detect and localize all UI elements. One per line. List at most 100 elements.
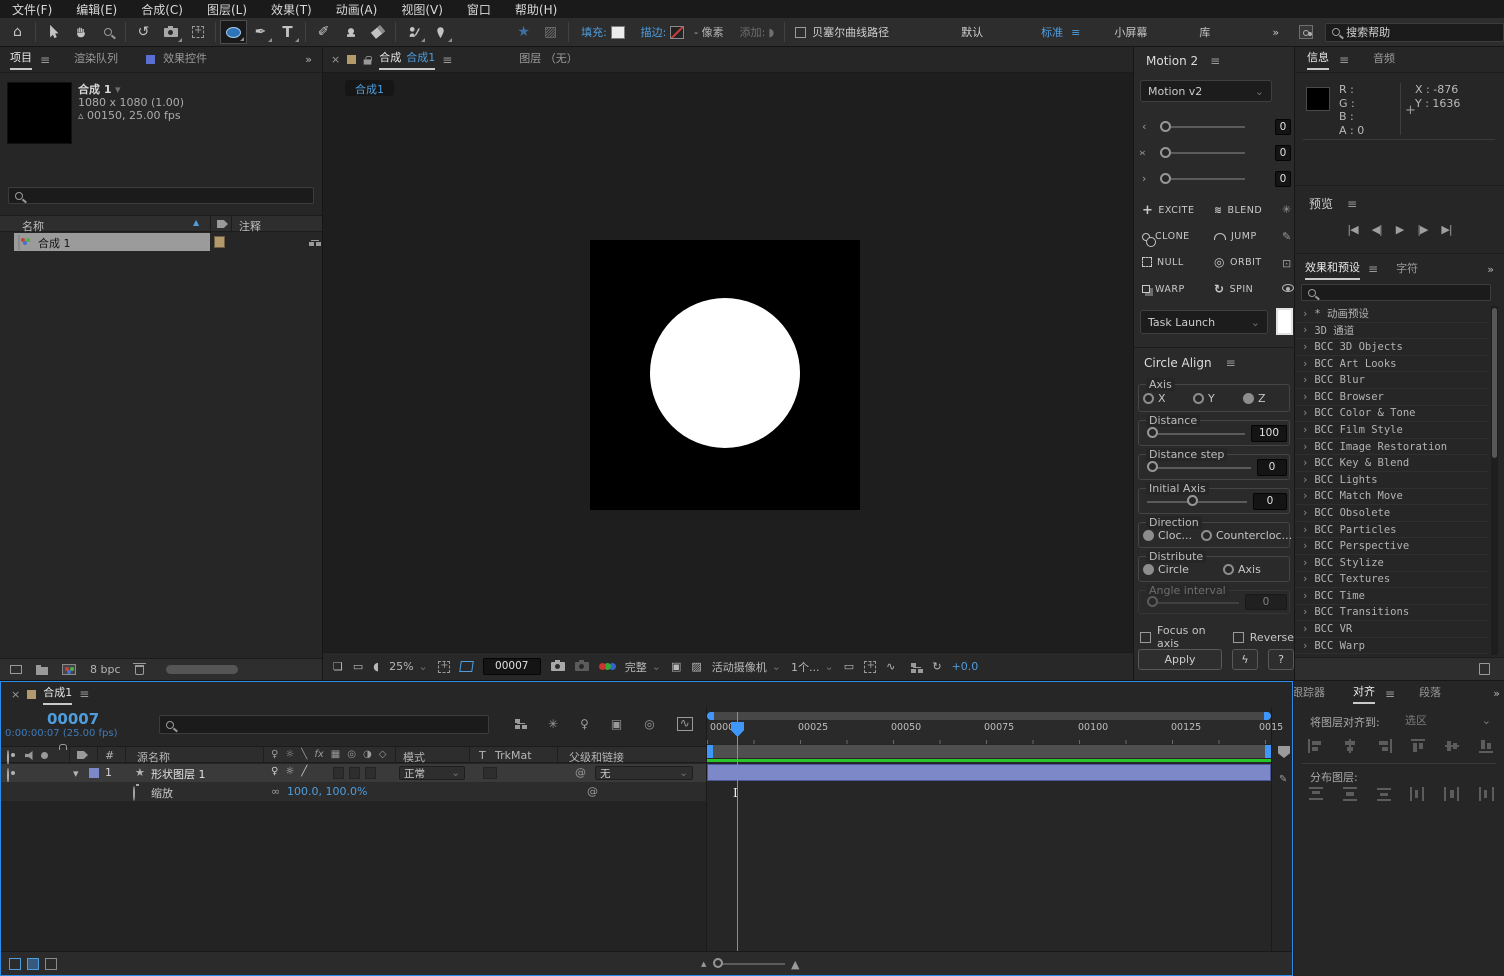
- excite-button[interactable]: + EXCITE: [1142, 203, 1214, 218]
- snapshot-icon[interactable]: [550, 660, 565, 671]
- eye-column-icon[interactable]: [7, 750, 9, 765]
- white-circle-shape[interactable]: [650, 298, 800, 448]
- previous-frame-button[interactable]: ◀|: [1372, 223, 1383, 236]
- composition-mini-flowchart-icon[interactable]: [515, 719, 525, 729]
- project-search[interactable]: [8, 187, 314, 204]
- list-item[interactable]: › BCC Film Style: [1295, 422, 1488, 439]
- current-frame-field[interactable]: 00007: [482, 658, 541, 675]
- slider1-track[interactable]: [1160, 126, 1245, 128]
- info-panel-menu-icon[interactable]: ≡: [1339, 53, 1349, 67]
- list-item[interactable]: › * 动画预设: [1295, 306, 1488, 323]
- zoom-tool[interactable]: [94, 20, 121, 44]
- region-of-interest-icon[interactable]: [458, 661, 474, 672]
- source-name-column[interactable]: 源名称: [137, 749, 170, 765]
- axis-x-radio[interactable]: [1143, 393, 1154, 404]
- list-item[interactable]: › BCC VR: [1295, 621, 1488, 638]
- slider3-track[interactable]: [1160, 178, 1245, 180]
- mode-column[interactable]: 模式: [403, 749, 425, 765]
- play-button[interactable]: ▶: [1396, 223, 1405, 236]
- blend-button[interactable]: ≋ BLEND: [1214, 203, 1282, 218]
- primary-viewer-icon[interactable]: ▭: [353, 660, 363, 673]
- task-launch-dropdown[interactable]: Task Launch ⌄: [1140, 310, 1268, 334]
- list-item[interactable]: › BCC Key & Blend: [1295, 455, 1488, 472]
- comp-thumbnail[interactable]: [7, 82, 72, 144]
- grid-guides-icon[interactable]: [437, 660, 450, 673]
- layer-row[interactable]: ▾ 1 ★ 形状图层 1 ♀ ☼ ╱ 正常 ⌄ @ 无 ⌄: [1, 764, 706, 783]
- slider2-track[interactable]: [1160, 152, 1245, 154]
- bezier-path-label[interactable]: 贝塞尔曲线路径: [812, 24, 889, 40]
- distance-step-track[interactable]: [1149, 467, 1251, 469]
- in-out-pane-toggle-icon[interactable]: [45, 958, 57, 970]
- channel-icon[interactable]: [598, 662, 615, 672]
- list-item[interactable]: › BCC Stylize: [1295, 555, 1488, 572]
- list-item[interactable]: › BCC Color & Tone: [1295, 406, 1488, 423]
- tab-effect-controls[interactable]: 效果控件: [163, 50, 207, 69]
- fast-previews-icon[interactable]: ▣: [671, 660, 681, 673]
- distribute-circle-radio[interactable]: [1143, 564, 1154, 575]
- ellipse-tool[interactable]: [220, 20, 247, 44]
- menu-animation[interactable]: 动画(A): [336, 1, 378, 18]
- link-dimensions-icon[interactable]: ∞: [271, 785, 280, 798]
- comp-breadcrumb[interactable]: 合成1: [345, 80, 394, 96]
- list-item[interactable]: › BCC Image Restoration: [1295, 439, 1488, 456]
- fill-label[interactable]: 填充:: [581, 24, 607, 40]
- align-tabs-overflow-icon[interactable]: »: [1493, 687, 1500, 700]
- rotate-tool[interactable]: ↺: [130, 20, 157, 44]
- next-frame-button[interactable]: |▶: [1417, 223, 1428, 236]
- sort-ascending-icon[interactable]: ▲: [193, 218, 199, 227]
- slider2-value[interactable]: 0: [1275, 145, 1291, 161]
- parent-dropdown[interactable]: 无 ⌄: [595, 766, 693, 780]
- stroke-swatch[interactable]: [669, 24, 686, 40]
- list-item[interactable]: › BCC Transitions: [1295, 605, 1488, 622]
- layer-shy-icon[interactable]: ♀: [271, 766, 278, 777]
- lightning-button[interactable]: ϟ: [1232, 649, 1258, 670]
- help-search[interactable]: 搜索帮助: [1325, 22, 1504, 42]
- collapse-switch-icon[interactable]: ☼: [285, 749, 294, 760]
- motion-panel-menu-icon[interactable]: ≡: [1210, 54, 1220, 68]
- puppet-pin-tool[interactable]: [427, 20, 454, 44]
- table-row[interactable]: 合成 1: [0, 233, 322, 251]
- hand-tool[interactable]: [67, 20, 94, 44]
- horizontal-scrollbar[interactable]: [165, 665, 238, 674]
- clone-button[interactable]: CLONE: [1142, 231, 1214, 247]
- composition-canvas[interactable]: [590, 240, 860, 510]
- motion-preset-dropdown[interactable]: Motion v2 ⌄: [1140, 80, 1272, 102]
- menu-composition[interactable]: 合成(C): [141, 1, 183, 18]
- pen-tool[interactable]: ✒: [247, 20, 274, 44]
- tab-tracker[interactable]: 跟踪器: [1294, 684, 1325, 703]
- three-d-switch-icon[interactable]: ◇: [379, 749, 387, 760]
- property-row[interactable]: 缩放 ∞ 100.0, 100.0% @: [1, 782, 706, 801]
- comp-marker-bin-icon[interactable]: [1278, 746, 1290, 758]
- warp-button[interactable]: WARP: [1142, 282, 1214, 296]
- text-tool[interactable]: T: [274, 20, 301, 44]
- motion-blur-icon[interactable]: ◎: [644, 717, 654, 731]
- timeline-tab[interactable]: 合成1: [43, 684, 73, 705]
- axis-z-radio[interactable]: [1243, 393, 1254, 404]
- fill-swatch[interactable]: [610, 25, 625, 39]
- pan-behind-tool[interactable]: [184, 20, 211, 44]
- list-item[interactable]: › 3D 通道: [1295, 323, 1488, 340]
- tab-audio[interactable]: 音频: [1373, 50, 1395, 69]
- layer-eye-icon[interactable]: [7, 768, 9, 783]
- render-time-icon[interactable]: ✎: [1279, 774, 1287, 785]
- pencil-icon[interactable]: ✎: [1282, 230, 1294, 243]
- list-item[interactable]: › BCC Art Looks: [1295, 356, 1488, 373]
- camera-dropdown[interactable]: 活动摄像机 ⌄: [712, 659, 781, 675]
- slider1-value[interactable]: 0: [1275, 119, 1291, 135]
- transparency-grid-icon[interactable]: ▨: [691, 660, 701, 673]
- distance-value[interactable]: 100: [1251, 425, 1287, 442]
- list-item[interactable]: › BCC Warp: [1295, 638, 1488, 655]
- pixel-aspect-icon[interactable]: ▭: [844, 660, 854, 673]
- tab-render-queue[interactable]: 渲染队列: [74, 50, 118, 69]
- frame-blend-icon[interactable]: ▣: [611, 717, 622, 731]
- jump-button[interactable]: JUMP: [1214, 231, 1282, 242]
- timeline-search[interactable]: [159, 715, 489, 734]
- project-tabs-overflow-icon[interactable]: »: [305, 53, 312, 66]
- timeline-zoom-track[interactable]: [715, 963, 785, 965]
- trkmat-cell[interactable]: [483, 767, 497, 779]
- help-button[interactable]: ?: [1268, 649, 1294, 670]
- workspace-standard[interactable]: 标准: [1041, 24, 1063, 40]
- layer-quality-icon[interactable]: ╱: [301, 766, 307, 777]
- workspace-settings-icon[interactable]: [1299, 25, 1314, 39]
- menu-layer[interactable]: 图层(L): [207, 1, 247, 18]
